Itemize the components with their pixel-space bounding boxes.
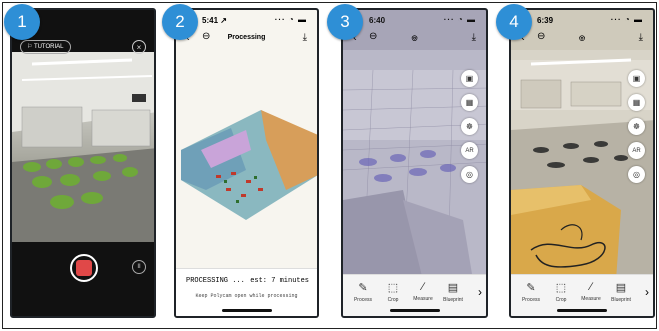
classroom-scene: [12, 52, 154, 242]
camera-icon: ▣: [632, 74, 641, 83]
phone-textured: 6:39 ··· ◔ ▬ ‹ ⊖ ◎ ⤓ ▣ ▦ ☸ AR ◎ ✎ Process…: [509, 8, 655, 318]
walk-icon: ☸: [465, 122, 474, 131]
processing-label: PROCESSING ...: [186, 277, 245, 285]
pause-button[interactable]: II: [132, 260, 146, 274]
tool-blueprint[interactable]: ▤ Blueprint: [435, 281, 471, 303]
time-estimate: est: 7 minutes: [250, 277, 309, 285]
processing-hint: Keep Polycam open while processing: [195, 293, 298, 299]
tool-label: Process: [521, 297, 541, 303]
book-icon: ⚐: [27, 44, 34, 50]
step-badge-1: 1: [4, 4, 40, 40]
grid-icon: ▦: [465, 98, 474, 107]
walk-button[interactable]: ☸: [461, 118, 478, 135]
grid-button[interactable]: ▦: [461, 94, 478, 111]
camera-button[interactable]: ▣: [461, 70, 478, 87]
status-icons: ··· ◔ ▬: [274, 15, 307, 24]
download-icon[interactable]: ⤓: [472, 32, 476, 43]
tool-label: Crop: [387, 297, 399, 303]
phone-mesh: 6:40 ··· ◔ ▬ ‹ ⊖ ◎ ⤓ ▣ ▦ ☸ AR ◎ ✎ Process…: [341, 8, 488, 318]
tool-label: Blueprint: [443, 297, 463, 303]
tutorial-label: TUTORIAL: [33, 44, 64, 50]
camera-view: [12, 52, 154, 242]
home-indicator: [557, 309, 607, 312]
target-button[interactable]: ◎: [628, 166, 645, 183]
grid-button[interactable]: ▦: [628, 94, 645, 111]
tool-label: Measure: [581, 296, 601, 302]
grid-icon: ▦: [632, 98, 641, 107]
ar-label: AR: [465, 147, 474, 154]
tool-label: Blueprint: [611, 297, 631, 303]
tool-label: Process: [353, 297, 373, 303]
view-toggle-icon[interactable]: ◎: [343, 34, 486, 42]
nav-bar: ‹ ⊖ Processing ⤓: [176, 28, 317, 48]
tutorial-button[interactable]: ⚐ TUTORIAL: [20, 40, 71, 54]
close-icon: ×: [136, 42, 142, 52]
blueprint-icon: ▤: [615, 282, 627, 294]
target-icon: ◎: [633, 170, 640, 179]
more-tools-chevron-icon[interactable]: ›: [478, 285, 482, 299]
download-icon[interactable]: ⤓: [639, 32, 643, 43]
record-button[interactable]: [70, 254, 98, 282]
ar-button[interactable]: AR: [628, 142, 645, 159]
page-title: Processing: [227, 34, 266, 41]
target-icon: ◎: [466, 170, 473, 179]
tool-label: Crop: [555, 297, 567, 303]
target-button[interactable]: ◎: [461, 166, 478, 183]
clock: 5:41 ↗: [202, 16, 227, 25]
camera-button[interactable]: ▣: [628, 70, 645, 87]
tool-blueprint[interactable]: ▤ Blueprint: [603, 281, 639, 303]
pause-icon: II: [137, 264, 141, 270]
camera-icon: ▣: [465, 74, 474, 83]
walk-icon: ☸: [632, 122, 641, 131]
blueprint-icon: ▤: [447, 282, 459, 294]
step-badge-4: 4: [496, 4, 532, 40]
phone-capture: ⚐ TUTORIAL × II: [10, 8, 156, 318]
home-indicator: [389, 309, 440, 312]
tool-bar: ✎ Process ⬚ Crop ∕ Measure ▤ Blueprint ›: [343, 274, 486, 316]
point-cloud-model: [181, 110, 317, 220]
status-bar: 6:39 ··· ◔ ▬: [511, 14, 653, 28]
more-tools-chevron-icon[interactable]: ›: [645, 285, 649, 299]
ar-button[interactable]: AR: [461, 142, 478, 159]
status-bar: 6:40 ··· ◔ ▬: [343, 14, 486, 28]
status-icons: ··· ◔ ▬: [443, 15, 476, 24]
ar-label: AR: [632, 147, 641, 154]
phone-processing: 5:41 ↗ ··· ◔ ▬ ‹ ⊖ Processing ⤓ PROCESSI…: [174, 8, 319, 318]
home-indicator: [221, 309, 272, 312]
nav-bar: ‹ ⊖ ◎ ⤓: [511, 28, 653, 48]
download-icon[interactable]: ⤓: [303, 32, 307, 43]
tool-bar: ✎ Process ⬚ Crop ∕ Measure ▤ Blueprint ›: [511, 274, 653, 316]
view-toggle-icon[interactable]: ◎: [511, 34, 653, 42]
clock: 6:39: [537, 16, 554, 25]
step-badge-2: 2: [162, 4, 198, 40]
clock: 6:40: [369, 16, 386, 25]
stop-icon: [76, 260, 92, 276]
status-icons: ··· ◔ ▬: [610, 15, 643, 24]
walk-button[interactable]: ☸: [628, 118, 645, 135]
tool-label: Measure: [413, 296, 433, 302]
step-badge-3: 3: [327, 4, 363, 40]
close-button[interactable]: ×: [132, 40, 146, 54]
processing-footer: PROCESSING ... est: 7 minutes Keep Polyc…: [176, 268, 317, 316]
nav-bar: ‹ ⊖ ◎ ⤓: [343, 28, 486, 48]
